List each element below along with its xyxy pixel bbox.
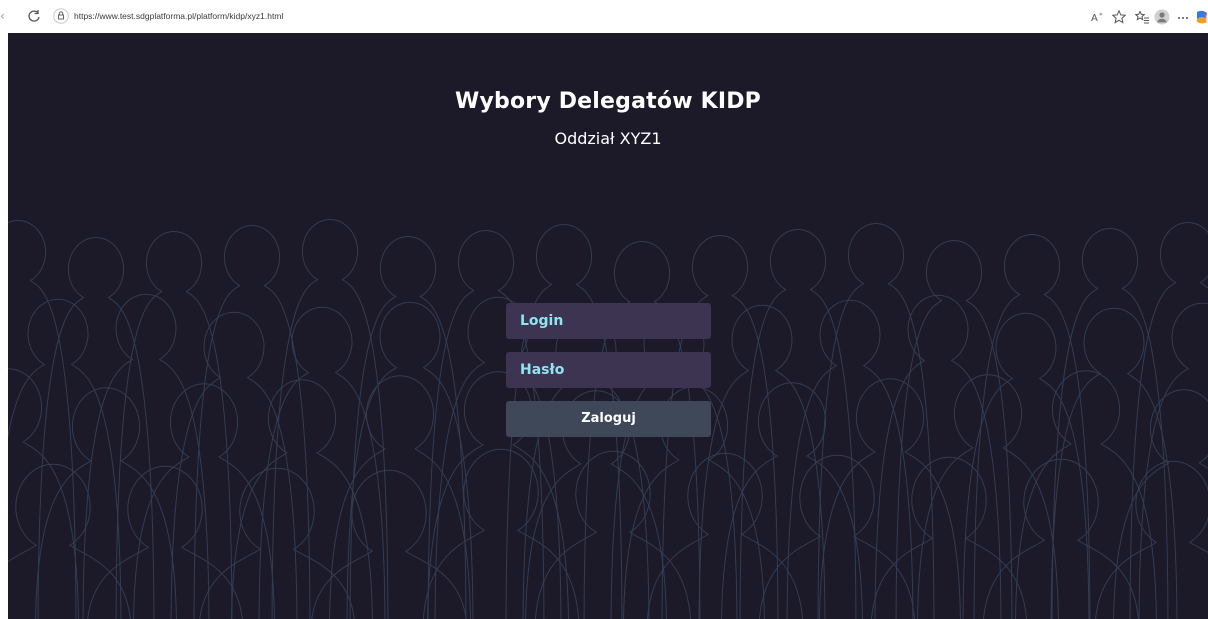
crowd-silhouette (917, 374, 1059, 619)
address-bar-url[interactable]: https://www.test.sdgplatforma.pl/platfor… (74, 9, 283, 23)
crowd-silhouette (895, 240, 1013, 619)
crowd-silhouette (434, 296, 562, 619)
reload-icon[interactable] (26, 8, 42, 24)
crowd-silhouette (759, 454, 915, 619)
crowd-silhouette (346, 301, 474, 619)
crowd-silhouette (199, 467, 355, 619)
crowd-silhouette (1129, 222, 1208, 619)
password-input[interactable] (506, 352, 711, 388)
login-page: Wybory Delegatów KIDP Oddział XYZ1 Zalog… (8, 33, 1208, 619)
crowd-silhouette (87, 465, 243, 619)
crowd-silhouette (819, 378, 961, 619)
crowd-silhouette (133, 383, 275, 619)
read-aloud-icon[interactable]: A » (1090, 9, 1106, 25)
crowd-silhouette (871, 456, 1027, 619)
crowd-silhouette (115, 231, 233, 619)
profile-icon[interactable] (1154, 9, 1170, 25)
svg-text:A: A (1091, 13, 1098, 24)
crowd-silhouette (271, 219, 389, 619)
crowd-silhouette (258, 306, 386, 619)
page-title: Wybory Delegatów KIDP (455, 89, 761, 114)
favorite-icon[interactable] (1111, 9, 1127, 25)
back-icon[interactable]: ‹ (0, 9, 10, 23)
login-input[interactable] (506, 303, 711, 339)
crowd-silhouette (1113, 389, 1208, 619)
crowd-silhouette (422, 448, 580, 619)
crowd-silhouette (193, 225, 311, 619)
crowd-silhouette (82, 293, 210, 619)
crowd-silhouette (786, 299, 914, 619)
crowd-silhouette (349, 236, 467, 619)
crowd-silhouette (8, 220, 77, 619)
site-info-icon[interactable] (53, 8, 69, 24)
crowd-silhouette (647, 452, 803, 619)
browser-toolbar: ‹ https://www.test.sdgplatforma.pl/platf… (0, 0, 1208, 33)
crowd-silhouette (973, 234, 1091, 619)
crowd-silhouette (35, 387, 177, 619)
favorites-list-icon[interactable] (1134, 9, 1150, 25)
crowd-silhouette (8, 463, 131, 619)
crowd-silhouette (8, 298, 122, 619)
more-icon[interactable] (1175, 9, 1191, 25)
crowd-silhouette (874, 294, 1002, 619)
login-button[interactable]: Zaloguj (506, 401, 711, 437)
page-subtitle: Oddział XYZ1 (554, 129, 662, 148)
svg-text:»: » (1099, 11, 1103, 18)
crowd-silhouette (739, 229, 857, 619)
crowd-silhouette (983, 458, 1139, 619)
copilot-icon[interactable] (1194, 9, 1208, 25)
